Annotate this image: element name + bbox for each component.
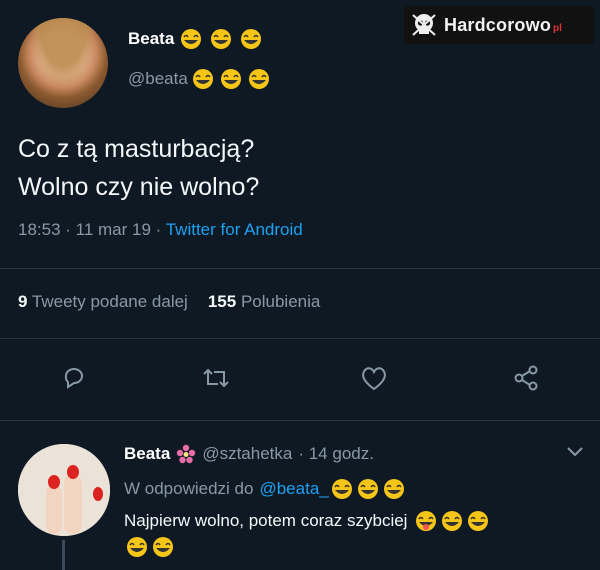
tweet-meta: 18:53 · 11 mar 19 · Twitter for Android <box>18 220 303 240</box>
retweet-button[interactable] <box>198 360 234 396</box>
reply-emoji-row <box>124 536 176 558</box>
laughing-emoji-icon <box>357 479 378 499</box>
avatar[interactable] <box>18 18 108 108</box>
thread-line <box>62 540 65 570</box>
likes-label: Polubienia <box>240 292 321 311</box>
retweet-icon <box>203 368 229 388</box>
retweets-count: 9 <box>18 292 28 311</box>
display-name[interactable]: Beata <box>128 28 272 50</box>
reply-handle[interactable]: @sztahetka <box>202 444 292 464</box>
tongue-emoji-icon <box>416 511 437 531</box>
like-icon <box>362 367 386 391</box>
laughing-emoji-icon <box>181 29 202 49</box>
skull-icon <box>412 14 436 36</box>
laughing-emoji-icon <box>127 537 147 557</box>
laughing-emoji-icon <box>383 479 404 499</box>
laughing-emoji-icon <box>220 69 241 89</box>
reply-button[interactable] <box>56 360 92 396</box>
reply-avatar[interactable] <box>18 444 110 536</box>
handle[interactable]: @beata <box>128 68 272 90</box>
reply-header: Beata @sztahetka · 14 godz. <box>124 444 374 464</box>
reply-text-content: Najpierw wolno, potem coraz szybciej <box>124 511 408 530</box>
hand-image <box>18 444 110 536</box>
laughing-emoji-icon <box>241 29 262 49</box>
reply-to-mention[interactable]: @beata_ <box>259 479 328 499</box>
watermark-tld: pl <box>553 22 562 34</box>
laughing-emoji-icon <box>153 537 173 557</box>
share-icon <box>514 365 538 391</box>
chevron-down-icon[interactable] <box>566 446 584 458</box>
tweet-timestamp: 18:53 · 11 mar 19 · <box>18 220 166 239</box>
reply-icon <box>64 368 83 389</box>
tweet-source-link[interactable]: Twitter for Android <box>166 220 303 239</box>
watermark-brand: Hardcorowo <box>444 14 552 35</box>
display-name-text: Beata <box>128 29 175 48</box>
retweets-label: Tweety podane dalej <box>31 292 188 311</box>
retweets-stat[interactable]: 9 Tweety podane dalej <box>18 292 188 312</box>
laughing-emoji-icon <box>211 29 232 49</box>
tweet-text: Co z tą masturbacją? Wolno czy nie wolno… <box>18 130 259 206</box>
laughing-emoji-icon <box>442 511 463 531</box>
tweet-text-line: Co z tą masturbacją? <box>18 135 255 163</box>
watermark-logo: Hardcorowo pl <box>404 6 594 44</box>
tweet-actions <box>0 360 600 400</box>
divider <box>0 338 600 339</box>
reply-text: Najpierw wolno, potem coraz szybciej <box>124 510 491 532</box>
flower-emoji-icon <box>177 444 196 464</box>
reply-time: · 14 godz. <box>298 444 374 463</box>
handle-text: @beata <box>128 69 188 88</box>
tweet-stats: 9 Tweety podane dalej 155 Polubienia <box>18 292 320 312</box>
tweet-header: Beata @beata <box>18 18 272 108</box>
divider <box>0 420 600 421</box>
likes-stat[interactable]: 155 Polubienia <box>208 292 321 312</box>
laughing-emoji-icon <box>331 479 352 499</box>
laughing-emoji-icon <box>192 69 213 89</box>
divider <box>0 268 600 269</box>
reply-to: W odpowiedzi do @beata_ <box>124 478 407 500</box>
laughing-emoji-icon <box>248 69 269 89</box>
likes-count: 155 <box>207 292 237 311</box>
laughing-emoji-icon <box>468 511 489 531</box>
share-button[interactable] <box>508 360 544 396</box>
like-button[interactable] <box>356 360 392 396</box>
reply-to-label: W odpowiedzi do <box>124 479 254 498</box>
reply-display-name[interactable]: Beata <box>124 444 170 464</box>
tweet-text-line: Wolno czy nie wolno? <box>18 173 260 201</box>
